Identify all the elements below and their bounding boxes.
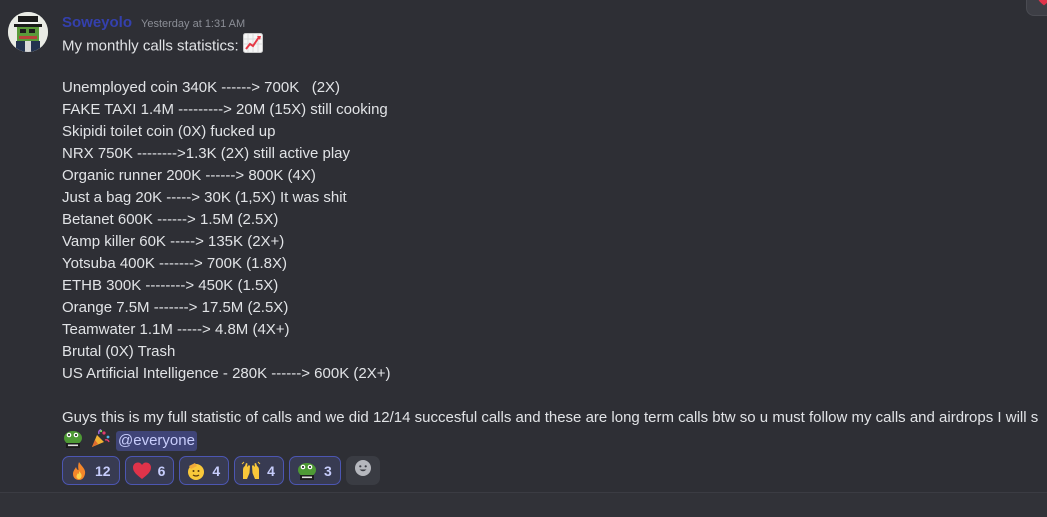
chat-message: Soweyolo Yesterday at 1:31 AM My monthly… [0, 0, 1047, 492]
message-header: Soweyolo Yesterday at 1:31 AM [62, 14, 245, 32]
fire-icon [69, 461, 89, 481]
message-line: Betanet 600K ------> 1.5M (2.5X) [62, 211, 279, 228]
message-line: Unemployed coin 340K ------> 700K (2X) [62, 79, 341, 96]
message-line: Teamwater 1.1M -----> 4.8M (4X+) [62, 321, 290, 338]
chat-view: Soweyolo Yesterday at 1:31 AM My monthly… [0, 0, 1047, 517]
message-footer-line: @everyone [62, 428, 1047, 453]
message-line [62, 385, 1047, 407]
avatar[interactable] [8, 12, 48, 52]
party-popper-icon [89, 428, 111, 453]
add-reaction-icon [353, 458, 373, 483]
reactions-bar: 12 6 4 4 3 [62, 456, 380, 485]
message-input-area[interactable] [0, 492, 1047, 517]
sauce-frog-icon [296, 461, 318, 481]
message-line-text: My monthly calls statistics: [62, 37, 243, 55]
message-line: Guys this is my full statistic of calls … [62, 409, 1039, 426]
sauce-frog-icon [62, 429, 84, 453]
reaction-count: 3 [323, 462, 332, 479]
message-line: Organic runner 200K ------> 800K (4X) [62, 167, 316, 184]
raising-hands-icon [241, 461, 261, 481]
reaction-count: 12 [95, 462, 111, 479]
reaction-fire[interactable]: 12 [62, 456, 120, 485]
pepe-avatar-icon [8, 12, 48, 52]
reaction-sauce-frog[interactable]: 3 [288, 456, 341, 485]
message-line: Vamp killer 60K -----> 135K (2X+) [62, 233, 285, 250]
message-line: Yotsuba 400K -------> 700K (1.8X) [62, 255, 287, 272]
message-line: FAKE TAXI 1.4M ---------> 20M (15X) stil… [62, 101, 388, 118]
message-content: My monthly calls statistics: Unemployed … [62, 33, 1047, 453]
reaction-salute[interactable]: 4 [179, 456, 230, 485]
message-line: US Artificial Intelligence - 280K ------… [62, 365, 391, 382]
add-reaction-button[interactable] [345, 456, 380, 485]
message-line: ETHB 300K --------> 450K (1.5X) [62, 277, 279, 294]
chart-increasing-icon [242, 33, 263, 60]
reaction-heart[interactable]: 6 [124, 456, 175, 485]
timestamp[interactable]: Yesterday at 1:31 AM [141, 18, 245, 30]
message-line: Just a bag 20K -----> 30K (1,5X) It was … [62, 189, 347, 206]
username[interactable]: Soweyolo [62, 14, 132, 31]
saluting-face-icon [186, 461, 206, 481]
message-line: My monthly calls statistics: [62, 33, 1047, 55]
message-line: Brutal (0X) Trash [62, 343, 176, 360]
message-line: Skipidi toilet coin (0X) fucked up [62, 123, 276, 140]
message-line [62, 55, 1047, 77]
red-heart-icon [1037, 0, 1047, 11]
red-heart-icon [132, 461, 152, 481]
message-line: Orange 7.5M -------> 17.5M (2.5X) [62, 299, 289, 316]
reaction-count: 4 [267, 462, 275, 479]
reaction-count: 4 [212, 462, 221, 479]
everyone-mention[interactable]: @everyone [116, 431, 197, 451]
message-line: NRX 750K -------->1.3K (2X) still active… [62, 145, 350, 162]
reaction-raising-hands[interactable]: 4 [234, 456, 284, 485]
reaction-count: 6 [157, 462, 166, 479]
heart-reaction-quick-button[interactable] [1026, 0, 1047, 16]
